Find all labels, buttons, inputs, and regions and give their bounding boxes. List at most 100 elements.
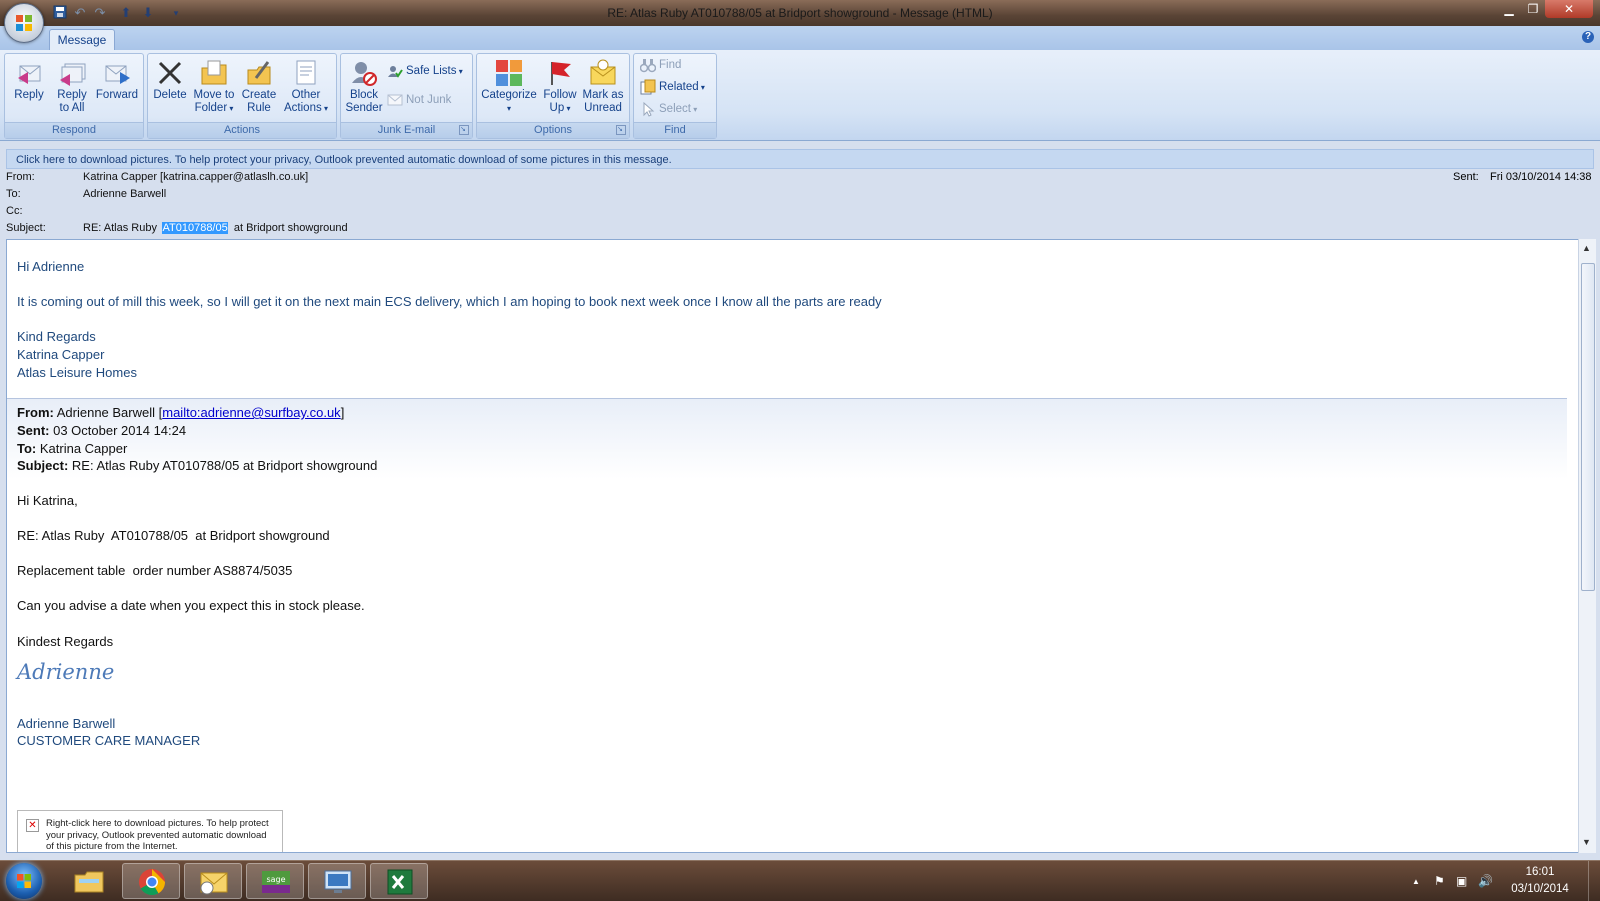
help-icon[interactable]: ?	[1582, 31, 1594, 43]
image-placeholder[interactable]: ✕ Right-click here to download pictures.…	[17, 810, 283, 852]
signature-company: Atlas Leisure Homes	[17, 365, 137, 380]
minimize-button[interactable]: ▁	[1497, 0, 1521, 18]
actions-group-label: Actions	[148, 122, 336, 138]
taskbar-outlook[interactable]	[184, 863, 242, 899]
customize-toolbar-icon[interactable]: ▾	[168, 5, 184, 21]
move-folder-icon	[201, 60, 227, 85]
mark-as-unread-button[interactable]: Mark as Unread	[581, 56, 625, 118]
reply-all-button[interactable]: Reply to All	[51, 56, 93, 118]
other-actions-icon	[296, 60, 316, 85]
scroll-down-arrow-icon[interactable]: ▼	[1582, 837, 1591, 847]
svg-text:sage: sage	[266, 875, 285, 884]
start-button[interactable]	[6, 863, 42, 899]
taskbar-google-chrome[interactable]	[122, 863, 180, 899]
action-center-flag-icon[interactable]: ⚑	[1434, 874, 1445, 888]
to-value[interactable]: Adrienne Barwell	[83, 188, 166, 200]
handwritten-signature: Adrienne	[17, 660, 115, 684]
vertical-scrollbar[interactable]: ▲ ▼	[1578, 239, 1596, 853]
mailto-link[interactable]: mailto:adrienne@surfbay.co.uk	[162, 405, 340, 420]
reply-icon	[18, 65, 41, 84]
find-button[interactable]: Find	[639, 56, 681, 74]
actions-group: Delete Move to Folder ▾ Create Rule Othe…	[147, 53, 337, 139]
junk-email-group: Block Sender Safe Lists ▾ Not Junk Junk …	[340, 53, 473, 139]
taskbar-sage[interactable]: sage	[246, 863, 304, 899]
save-icon[interactable]	[52, 5, 68, 21]
quoted-title: CUSTOMER CARE MANAGER	[17, 733, 201, 748]
tab-message[interactable]: Message	[49, 29, 115, 51]
quoted-name: Adrienne Barwell	[17, 716, 116, 731]
taskbar-remote-desktop[interactable]	[308, 863, 366, 899]
select-button[interactable]: Select ▾	[640, 100, 697, 118]
from-value[interactable]: Katrina Capper [katrina.capper@atlaslh.c…	[83, 171, 308, 183]
ribbon-tabs: Message ?	[0, 26, 1600, 51]
clock-time[interactable]: 16:01	[1510, 866, 1570, 878]
next-item-icon[interactable]: ⬇	[140, 5, 156, 21]
binoculars-icon	[639, 58, 657, 73]
close-button[interactable]: ✕	[1545, 0, 1593, 18]
scroll-thumb[interactable]	[1581, 263, 1595, 591]
window-title: RE: Atlas Ruby AT010788/05 at Bridport s…	[607, 6, 993, 20]
reply-button[interactable]: Reply	[9, 56, 49, 118]
clock-date[interactable]: 03/10/2014	[1506, 883, 1574, 895]
from-label: From:	[6, 171, 35, 183]
remote-desktop-icon	[324, 870, 352, 893]
categorize-button[interactable]: Categorize ▾	[479, 56, 539, 118]
body-paragraph: It is coming out of mill this week, so I…	[17, 294, 882, 309]
regards: Kind Regards	[17, 329, 96, 344]
quoted-to: To: Katrina Capper	[17, 441, 128, 456]
quoted-line3: Can you advise a date when you expect th…	[17, 598, 365, 613]
subject-label: Subject:	[6, 222, 46, 234]
image-placeholder-text: Right-click here to download pictures. T…	[46, 818, 269, 852]
follow-up-button[interactable]: Follow Up ▾	[539, 56, 581, 118]
move-to-folder-button[interactable]: Move to Folder ▾	[190, 56, 238, 118]
scroll-up-arrow-icon[interactable]: ▲	[1582, 243, 1591, 253]
safe-lists-icon	[388, 65, 403, 78]
junk-email-launcher-icon[interactable]: ↘	[459, 125, 469, 135]
undo-icon[interactable]: ↶	[72, 5, 88, 21]
quoted-line2: Replacement table order number AS8874/50…	[17, 563, 293, 578]
junk-email-group-label: Junk E-mail	[341, 122, 472, 138]
find-group-label: Find	[634, 122, 716, 138]
forward-button[interactable]: Forward	[93, 56, 141, 118]
not-junk-button[interactable]: Not Junk	[387, 91, 451, 109]
quoted-from: From: Adrienne Barwell [mailto:adrienne@…	[17, 405, 345, 420]
subject-selected-text: AT010788/05	[162, 222, 228, 234]
previous-item-icon[interactable]: ⬆	[118, 5, 134, 21]
block-sender-button[interactable]: Block Sender	[343, 56, 385, 118]
taskbar-excel[interactable]	[370, 863, 428, 899]
forward-icon	[105, 65, 130, 84]
volume-icon[interactable]: 🔊	[1478, 874, 1493, 888]
ribbon: Reply Reply to All Forward Respond Delet…	[0, 50, 1600, 141]
create-rule-button[interactable]: Create Rule	[238, 56, 280, 118]
options-group: Categorize ▾ Follow Up ▾ Mark as Unread O…	[476, 53, 630, 139]
message-body[interactable]: Hi Adrienne It is coming out of mill thi…	[6, 239, 1581, 853]
folder-icon	[74, 871, 104, 893]
sent-value: Fri 03/10/2014 14:38	[1490, 171, 1592, 183]
redo-icon[interactable]: ↷	[92, 5, 108, 21]
other-actions-button[interactable]: Other Actions ▾	[280, 56, 332, 118]
taskbar-windows-explorer[interactable]	[60, 863, 118, 899]
create-rule-icon	[247, 61, 271, 85]
options-launcher-icon[interactable]: ↘	[616, 125, 626, 135]
related-button[interactable]: Related ▾	[640, 78, 705, 96]
broken-image-icon: ✕	[26, 819, 39, 832]
delete-button[interactable]: Delete	[150, 56, 190, 118]
options-group-label: Options	[477, 122, 629, 138]
show-desktop-button[interactable]	[1588, 861, 1600, 901]
categorize-icon	[496, 60, 522, 86]
windows-logo-icon	[17, 874, 31, 888]
sent-label: Sent:	[1453, 171, 1479, 183]
download-pictures-infobar[interactable]: Click here to download pictures. To help…	[6, 149, 1594, 169]
safe-lists-button[interactable]: Safe Lists ▾	[387, 62, 463, 80]
network-icon[interactable]: ▣	[1456, 874, 1467, 888]
respond-group: Reply Reply to All Forward Respond	[4, 53, 144, 139]
subject-value: RE: Atlas Ruby AT010788/05 at Bridport s…	[83, 222, 348, 234]
sage-icon: sage	[262, 871, 290, 893]
quoted-sent: Sent: 03 October 2014 14:24	[17, 423, 187, 438]
delete-icon	[158, 61, 182, 85]
cursor-icon	[643, 101, 655, 117]
show-hidden-icons-icon[interactable]: ▲	[1412, 877, 1420, 886]
quoted-regards: Kindest Regards	[17, 634, 114, 649]
office-button[interactable]	[4, 3, 44, 43]
restore-button[interactable]: ❐	[1521, 0, 1545, 18]
